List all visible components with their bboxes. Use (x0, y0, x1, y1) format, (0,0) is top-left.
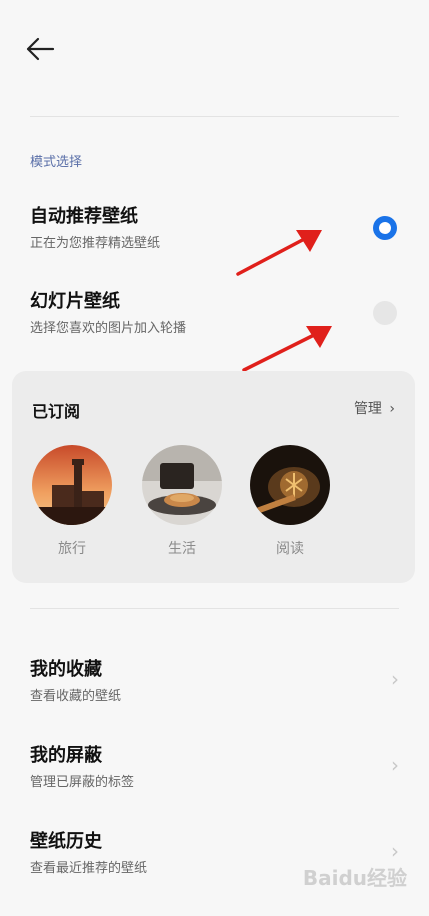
divider (30, 116, 399, 117)
travel-photo-icon (32, 445, 112, 525)
row-subtitle: 查看收藏的壁纸 (30, 689, 122, 704)
subscribed-card: 已订阅 管理 › 旅行 生活 阅读 (12, 371, 415, 583)
subscription-label: 生活 (168, 541, 196, 557)
subscription-reading[interactable]: 阅读 (248, 445, 332, 558)
subscription-label: 旅行 (58, 541, 86, 557)
subscription-label: 阅读 (276, 541, 304, 557)
divider (30, 608, 399, 609)
radio-unselected[interactable] (373, 301, 397, 325)
row-title: 我的屏蔽 (30, 745, 102, 766)
row-subtitle: 管理已屏蔽的标签 (30, 775, 135, 790)
row-title: 壁纸历史 (30, 831, 102, 852)
subscription-life[interactable]: 生活 (140, 445, 224, 558)
chevron-right-icon: › (391, 839, 399, 863)
row-subtitle: 查看最近推荐的壁纸 (30, 861, 148, 876)
manage-link[interactable]: 管理 › (354, 398, 395, 418)
option-auto-recommend[interactable]: 自动推荐壁纸 正在为您推荐精选壁纸 (0, 202, 429, 264)
coffee-photo-icon (142, 445, 222, 525)
option-subtitle: 正在为您推荐精选壁纸 (30, 236, 161, 251)
option-subtitle: 选择您喜欢的图片加入轮播 (30, 321, 187, 336)
row-my-blocked[interactable]: 我的屏蔽 管理已屏蔽的标签 › (0, 741, 429, 803)
radio-selected[interactable] (373, 216, 397, 240)
row-title: 我的收藏 (30, 659, 102, 680)
back-arrow-icon (26, 37, 55, 61)
subscription-travel[interactable]: 旅行 (30, 445, 114, 558)
watermark: Baidu经验 (302, 866, 407, 890)
chevron-right-icon: › (389, 401, 395, 417)
section-label: 模式选择 (30, 155, 83, 170)
option-title: 幻灯片壁纸 (30, 291, 120, 312)
chevron-right-icon: › (391, 753, 399, 777)
option-title: 自动推荐壁纸 (30, 206, 138, 227)
subscribed-title: 已订阅 (32, 402, 81, 421)
back-button[interactable] (26, 36, 56, 62)
manage-label: 管理 (353, 401, 382, 417)
row-my-favorites[interactable]: 我的收藏 查看收藏的壁纸 › (0, 655, 429, 717)
chevron-right-icon: › (391, 667, 399, 691)
option-slideshow[interactable]: 幻灯片壁纸 选择您喜欢的图片加入轮播 (0, 287, 429, 349)
reading-photo-icon (250, 445, 330, 525)
